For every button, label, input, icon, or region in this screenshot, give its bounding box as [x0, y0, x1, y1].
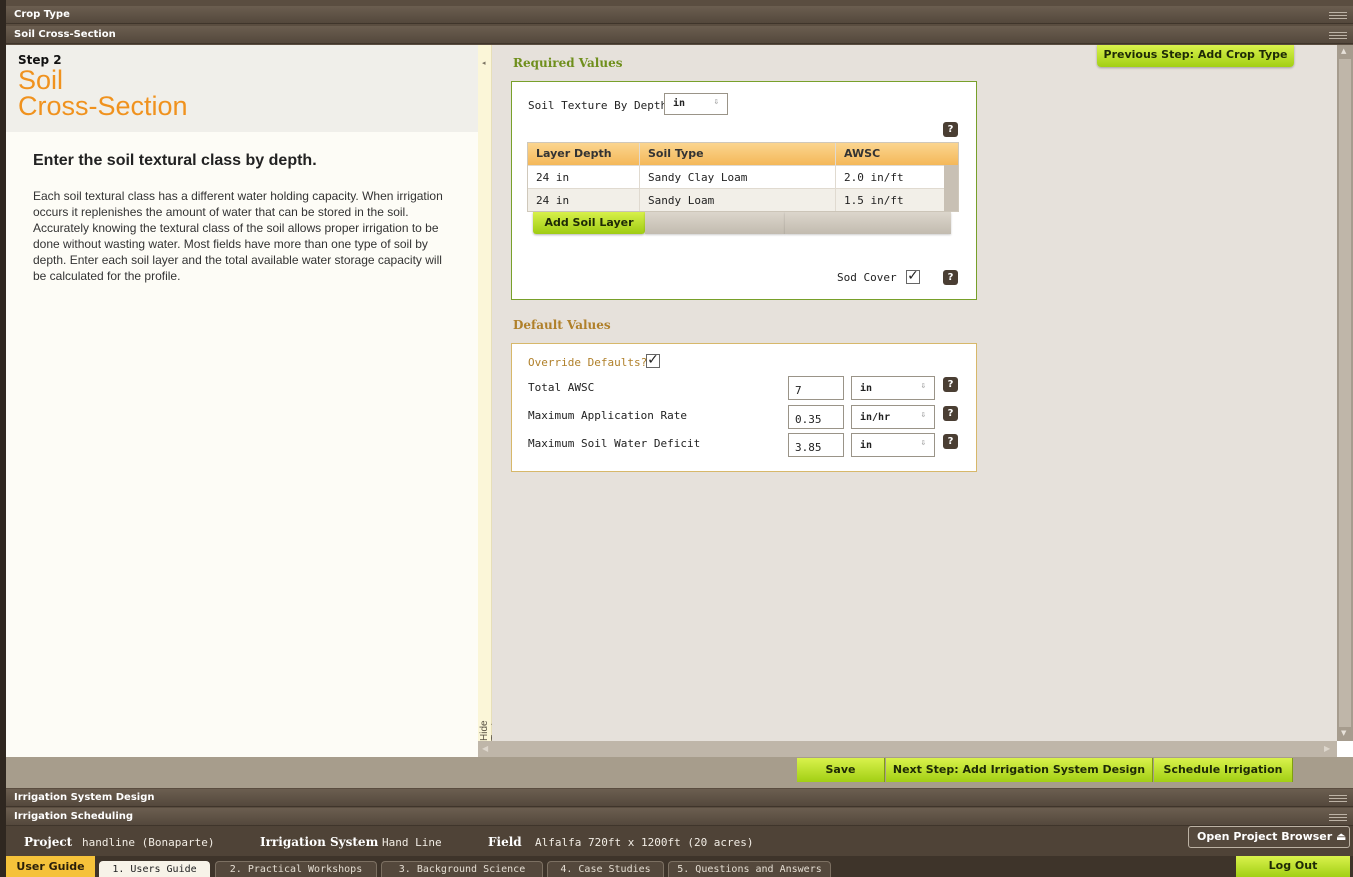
horizontal-scrollbar[interactable]: ◀ ▶: [478, 741, 1337, 757]
project-value: handline (Bonaparte): [82, 836, 215, 849]
hide-text-strip[interactable]: ◂ Hide Text ◂: [478, 45, 501, 741]
table-scrollbar[interactable]: [944, 165, 958, 211]
scroll-corner: [1337, 741, 1353, 757]
column-header-awsc[interactable]: AWSC: [836, 143, 944, 165]
sod-cover-checkbox[interactable]: ✓: [906, 269, 920, 284]
sod-cover-label: Sod Cover: [837, 271, 897, 284]
delete-soil-layer-button-disabled: [785, 212, 951, 234]
max-soil-water-deficit-unit-value: in: [860, 440, 873, 451]
soil-texture-label: Soil Texture By Depth: [528, 99, 668, 112]
step-header: Step 2 Soil Cross-Section: [6, 45, 478, 132]
cell-layer-depth: 24 in: [528, 189, 640, 211]
accordion-soil-cross-section[interactable]: Soil Cross-Section: [6, 26, 1353, 44]
accordion-irrigation-system-design[interactable]: Irrigation System Design: [6, 789, 1353, 807]
accordion-soil-cross-section-label: Soil Cross-Section: [14, 29, 116, 40]
next-step-button[interactable]: Next Step: Add Irrigation System Design: [886, 758, 1153, 782]
help-icon[interactable]: ?: [943, 270, 958, 285]
tab-questions-and-answers[interactable]: 5. Questions and Answers: [668, 861, 831, 877]
collapse-icon[interactable]: ◂: [482, 59, 486, 67]
required-values-title: Required Values: [513, 56, 623, 70]
table-row[interactable]: 24 in Sandy Loam 1.5 in/ft: [528, 188, 958, 211]
cell-layer-depth: 24 in: [528, 166, 640, 188]
max-application-rate-unit-value: in/hr: [860, 412, 891, 423]
tab-users-guide[interactable]: 1. Users Guide: [99, 861, 210, 877]
step-title-line-1: Soil: [18, 65, 64, 95]
total-awsc-input[interactable]: 7: [788, 376, 844, 400]
grip-icon: [1329, 32, 1347, 39]
help-icon[interactable]: ?: [943, 434, 958, 449]
table-header: Layer Depth Soil Type AWSC: [528, 143, 958, 165]
chevron-down-icon: ⇩: [920, 381, 926, 391]
instruction-panel: Step 2 Soil Cross-Section Enter the soil…: [6, 45, 478, 757]
accordion-irrigation-scheduling[interactable]: Irrigation Scheduling: [6, 808, 1353, 826]
accordion-irrigation-system-design-label: Irrigation System Design: [14, 792, 155, 803]
chevron-down-icon: ⇩: [920, 410, 926, 420]
irrigation-system-key: Irrigation System: [260, 835, 379, 849]
cell-awsc: 2.0 in/ft: [844, 171, 904, 184]
texture-unit-value: in: [673, 98, 686, 109]
cell-soil-type: Sandy Clay Loam: [640, 166, 836, 188]
step-label: Step 2: [18, 53, 62, 67]
chevron-down-icon: ⇩: [713, 97, 719, 107]
schedule-irrigation-button[interactable]: Schedule Irrigation: [1154, 758, 1293, 782]
scroll-up-icon[interactable]: ▲: [1341, 47, 1346, 55]
cell-awsc: 1.5 in/ft: [844, 194, 904, 207]
max-soil-water-deficit-input[interactable]: 3.85: [788, 433, 844, 457]
field-value: Alfalfa 720ft x 1200ft (20 acres): [535, 836, 754, 849]
override-defaults-label: Override Defaults?: [528, 356, 648, 369]
project-key: Project: [24, 835, 73, 849]
override-defaults-checkbox[interactable]: ✓: [646, 353, 660, 368]
max-application-rate-unit-select[interactable]: in/hr ⇩: [851, 405, 935, 429]
scroll-down-icon[interactable]: ▼: [1341, 729, 1346, 737]
edit-soil-layer-button-disabled: [645, 212, 785, 234]
max-application-rate-input[interactable]: 0.35: [788, 405, 844, 429]
open-project-browser-button[interactable]: Open Project Browser ⏏: [1188, 826, 1350, 848]
add-soil-layer-button[interactable]: Add Soil Layer: [533, 212, 645, 234]
tab-practical-workshops[interactable]: 2. Practical Workshops: [215, 861, 377, 877]
column-header-soil-type[interactable]: Soil Type: [640, 143, 836, 165]
vertical-scrollbar[interactable]: ▲ ▼: [1337, 45, 1353, 741]
grip-icon: [1329, 814, 1347, 821]
default-values-title: Default Values: [513, 318, 611, 332]
column-header-layer-depth[interactable]: Layer Depth: [528, 143, 640, 165]
table-buttons: Add Soil Layer: [533, 212, 951, 234]
help-icon[interactable]: ?: [943, 122, 958, 137]
max-application-rate-label: Maximum Application Rate: [528, 409, 687, 422]
open-project-browser-label: Open Project Browser: [1197, 830, 1333, 843]
max-soil-water-deficit-unit-select[interactable]: in ⇩: [851, 433, 935, 457]
accordion-irrigation-scheduling-label: Irrigation Scheduling: [14, 811, 134, 822]
texture-unit-select[interactable]: in ⇩: [664, 93, 728, 115]
tab-case-studies[interactable]: 4. Case Studies: [547, 861, 664, 877]
eject-icon: ⏏: [1336, 830, 1347, 843]
step-title-line-2: Cross-Section: [18, 91, 188, 121]
chevron-down-icon: ⇩: [920, 438, 926, 448]
scroll-left-icon[interactable]: ◀: [482, 744, 488, 753]
total-awsc-unit-value: in: [860, 383, 873, 394]
max-soil-water-deficit-label: Maximum Soil Water Deficit: [528, 437, 701, 450]
logout-button[interactable]: Log Out: [1236, 856, 1350, 877]
field-key: Field: [488, 835, 522, 849]
grip-icon: [1329, 12, 1347, 19]
soil-layer-table: Layer Depth Soil Type AWSC 24 in Sandy C…: [527, 142, 959, 212]
table-row[interactable]: 24 in Sandy Clay Loam 2.0 in/ft: [528, 165, 958, 188]
help-icon[interactable]: ?: [943, 377, 958, 392]
step-title: Soil Cross-Section: [18, 65, 466, 121]
user-guide-button[interactable]: User Guide: [6, 856, 95, 877]
help-icon[interactable]: ?: [943, 406, 958, 421]
accordion-crop-type[interactable]: Crop Type: [6, 6, 1353, 24]
save-button[interactable]: Save: [797, 758, 885, 782]
grip-icon: [1329, 795, 1347, 802]
accordion-crop-type-label: Crop Type: [14, 9, 70, 20]
project-bar: Project handline (Bonaparte) Irrigation …: [6, 826, 1353, 856]
instruction-body: Each soil textural class has a different…: [33, 189, 443, 283]
instruction-heading: Enter the soil textural class by depth.: [33, 152, 317, 169]
total-awsc-unit-select[interactable]: in ⇩: [851, 376, 935, 400]
tab-background-science[interactable]: 3. Background Science: [381, 861, 543, 877]
scroll-thumb[interactable]: [1339, 59, 1351, 727]
previous-step-button[interactable]: Previous Step: Add Crop Type: [1097, 45, 1294, 67]
total-awsc-label: Total AWSC: [528, 381, 595, 394]
cell-soil-type: Sandy Loam: [640, 189, 836, 211]
scroll-right-icon[interactable]: ▶: [1324, 744, 1330, 753]
irrigation-system-value: Hand Line: [382, 836, 442, 849]
